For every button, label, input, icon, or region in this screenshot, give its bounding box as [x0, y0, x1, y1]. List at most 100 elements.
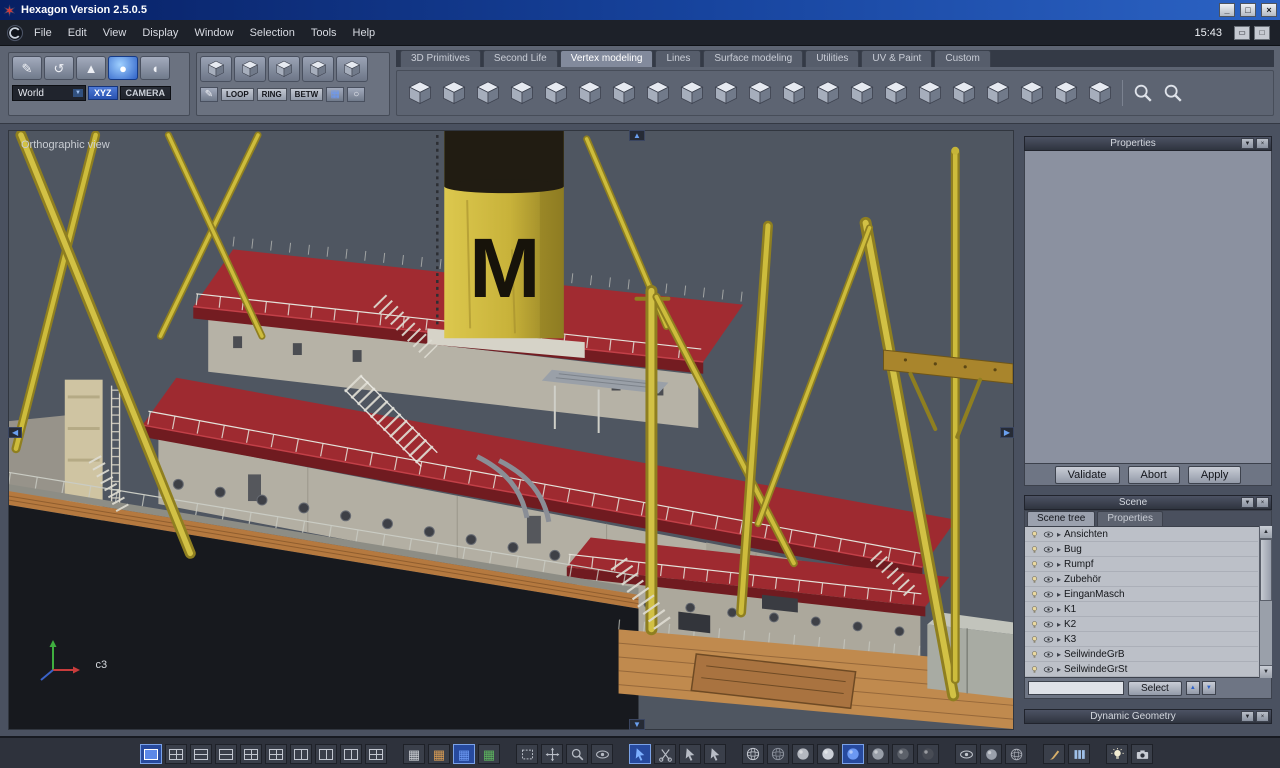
expand-arrow-icon[interactable]: ▸: [1057, 605, 1061, 614]
eye-icon[interactable]: [1043, 589, 1054, 600]
visibility-lamp-icon[interactable]: [1029, 559, 1040, 570]
grow-selection-icon[interactable]: [679, 744, 701, 764]
eye-icon[interactable]: [1043, 544, 1054, 555]
ribbon-tab[interactable]: UV & Paint: [861, 50, 933, 67]
eye-icon[interactable]: [1043, 619, 1054, 630]
select-cursor-icon[interactable]: [629, 744, 651, 764]
visibility-lamp-icon[interactable]: [1029, 634, 1040, 645]
close-surface-tool-icon[interactable]: [915, 78, 945, 108]
expand-arrow-icon[interactable]: ▸: [1057, 635, 1061, 644]
scene-tab[interactable]: Scene tree: [1027, 511, 1096, 526]
workspace-maximize-button[interactable]: □: [1254, 25, 1270, 40]
cone-primitive-icon[interactable]: ▲: [76, 56, 106, 80]
examine-view-icon[interactable]: [591, 744, 613, 764]
close-button[interactable]: ×: [1261, 3, 1277, 17]
close-panel-icon[interactable]: ×: [1256, 497, 1269, 508]
uv-grid-icon[interactable]: ▦: [403, 744, 425, 764]
close-panel-icon[interactable]: ×: [1256, 711, 1269, 722]
viewport-pan-up-icon[interactable]: ▲: [629, 130, 645, 141]
show-shaded-icon[interactable]: [980, 744, 1002, 764]
circle-select-icon[interactable]: ○: [347, 87, 366, 102]
smooth-shading-icon[interactable]: [817, 744, 839, 764]
minimize-button[interactable]: _: [1219, 3, 1235, 17]
uv-columns-icon[interactable]: [1068, 744, 1090, 764]
viewport-pan-right-icon[interactable]: ▶: [999, 427, 1014, 438]
layout-column-left-icon[interactable]: [315, 744, 337, 764]
layout-three-top-icon[interactable]: [265, 744, 287, 764]
layout-two-rows-icon[interactable]: [190, 744, 212, 764]
menu-item[interactable]: Window: [186, 23, 241, 43]
layout-three-bottom-icon[interactable]: [240, 744, 262, 764]
scene-tree-row[interactable]: ▸ K1: [1025, 602, 1258, 617]
triangulate-tool-icon[interactable]: [745, 78, 775, 108]
eye-icon[interactable]: [1043, 649, 1054, 660]
select-button[interactable]: Select: [1128, 680, 1182, 696]
xyz-mode-button[interactable]: XYZ: [88, 86, 118, 100]
show-overlay-icon[interactable]: [1005, 744, 1027, 764]
doo-sabin-smooth-tool-icon[interactable]: [643, 78, 673, 108]
ribbon-tab[interactable]: Custom: [934, 50, 991, 67]
close-panel-icon[interactable]: ×: [1256, 138, 1269, 149]
stretch-tool-icon[interactable]: [405, 78, 435, 108]
loop-select-button[interactable]: LOOP: [221, 88, 254, 101]
magnifier-plus-icon[interactable]: [1130, 78, 1156, 108]
workspace-minimize-button[interactable]: ▭: [1234, 25, 1250, 40]
expand-arrow-icon[interactable]: ▸: [1057, 560, 1061, 569]
ribbon-tab[interactable]: Utilities: [805, 50, 860, 67]
scene-scrollbar[interactable]: ▲ ▼: [1259, 526, 1272, 678]
menu-item[interactable]: Edit: [60, 23, 95, 43]
average-vertices-tool-icon[interactable]: [541, 78, 571, 108]
camera-mode-button[interactable]: CAMERA: [119, 86, 172, 100]
expand-arrow-icon[interactable]: ▸: [1057, 590, 1061, 599]
menu-item[interactable]: View: [95, 23, 135, 43]
visibility-lamp-icon[interactable]: [1029, 604, 1040, 615]
pencil-tool-icon[interactable]: ✎: [200, 87, 218, 102]
frame-all-icon[interactable]: [516, 744, 538, 764]
layout-single-view-icon[interactable]: [140, 744, 162, 764]
scene-filter-input[interactable]: [1028, 681, 1124, 695]
dark-shading-icon[interactable]: [892, 744, 914, 764]
select-cube-icon[interactable]: [200, 56, 232, 82]
viewport[interactable]: M Orthographic view c3 ▲ ▼ ◀ ▶: [8, 130, 1014, 730]
scrollbar-thumb[interactable]: [1260, 539, 1272, 601]
material-grid-icon[interactable]: ▦: [478, 744, 500, 764]
ribbon-tab[interactable]: Vertex modeling: [559, 50, 654, 67]
extract-faces-tool-icon[interactable]: [507, 78, 537, 108]
menu-item[interactable]: File: [26, 23, 60, 43]
expand-arrow-icon[interactable]: ▸: [1057, 665, 1061, 674]
dissolve-tool-icon[interactable]: [677, 78, 707, 108]
weld-points-tool-icon[interactable]: [813, 78, 843, 108]
bridge-tool-icon[interactable]: [881, 78, 911, 108]
world-dropdown[interactable]: World ▼: [12, 85, 86, 101]
ambient-light-icon[interactable]: [1106, 744, 1128, 764]
scene-tree-row[interactable]: ▸ Zubehör: [1025, 572, 1258, 587]
visibility-lamp-icon[interactable]: [1029, 574, 1040, 585]
thickness-tool-icon[interactable]: [473, 78, 503, 108]
flat-shading-icon[interactable]: [792, 744, 814, 764]
eye-icon[interactable]: [1043, 529, 1054, 540]
scroll-down-icon[interactable]: ▼: [1260, 665, 1272, 678]
ring-select-button[interactable]: RING: [256, 88, 287, 101]
menu-item[interactable]: Display: [134, 23, 186, 43]
eye-icon[interactable]: [1043, 574, 1054, 585]
texture-grid-icon[interactable]: ▦: [428, 744, 450, 764]
capsule-primitive-icon[interactable]: ◖: [140, 56, 170, 80]
layout-row-top-icon[interactable]: [215, 744, 237, 764]
visibility-lamp-icon[interactable]: [1029, 544, 1040, 555]
ribbon-tab[interactable]: Second Life: [482, 50, 558, 67]
extrude-surface-tool-icon[interactable]: [575, 78, 605, 108]
menu-item[interactable]: Selection: [242, 23, 303, 43]
expand-arrow-icon[interactable]: ▸: [1057, 575, 1061, 584]
collapse-panel-icon[interactable]: ▼: [1241, 711, 1254, 722]
apply-button[interactable]: Apply: [1187, 465, 1242, 484]
eye-icon[interactable]: [1043, 664, 1054, 675]
paint-brush-icon[interactable]: [1043, 744, 1065, 764]
cut-selection-icon[interactable]: [654, 744, 676, 764]
ribbon-tab[interactable]: 3D Primitives: [400, 50, 481, 67]
scene-tab[interactable]: Properties: [1097, 511, 1163, 526]
visibility-lamp-icon[interactable]: [1029, 619, 1040, 630]
expand-arrow-icon[interactable]: ▸: [1057, 530, 1061, 539]
between-select-button[interactable]: BETW: [289, 88, 324, 101]
inset-tool-icon[interactable]: [1085, 78, 1115, 108]
expand-arrow-icon[interactable]: ▸: [1057, 545, 1061, 554]
